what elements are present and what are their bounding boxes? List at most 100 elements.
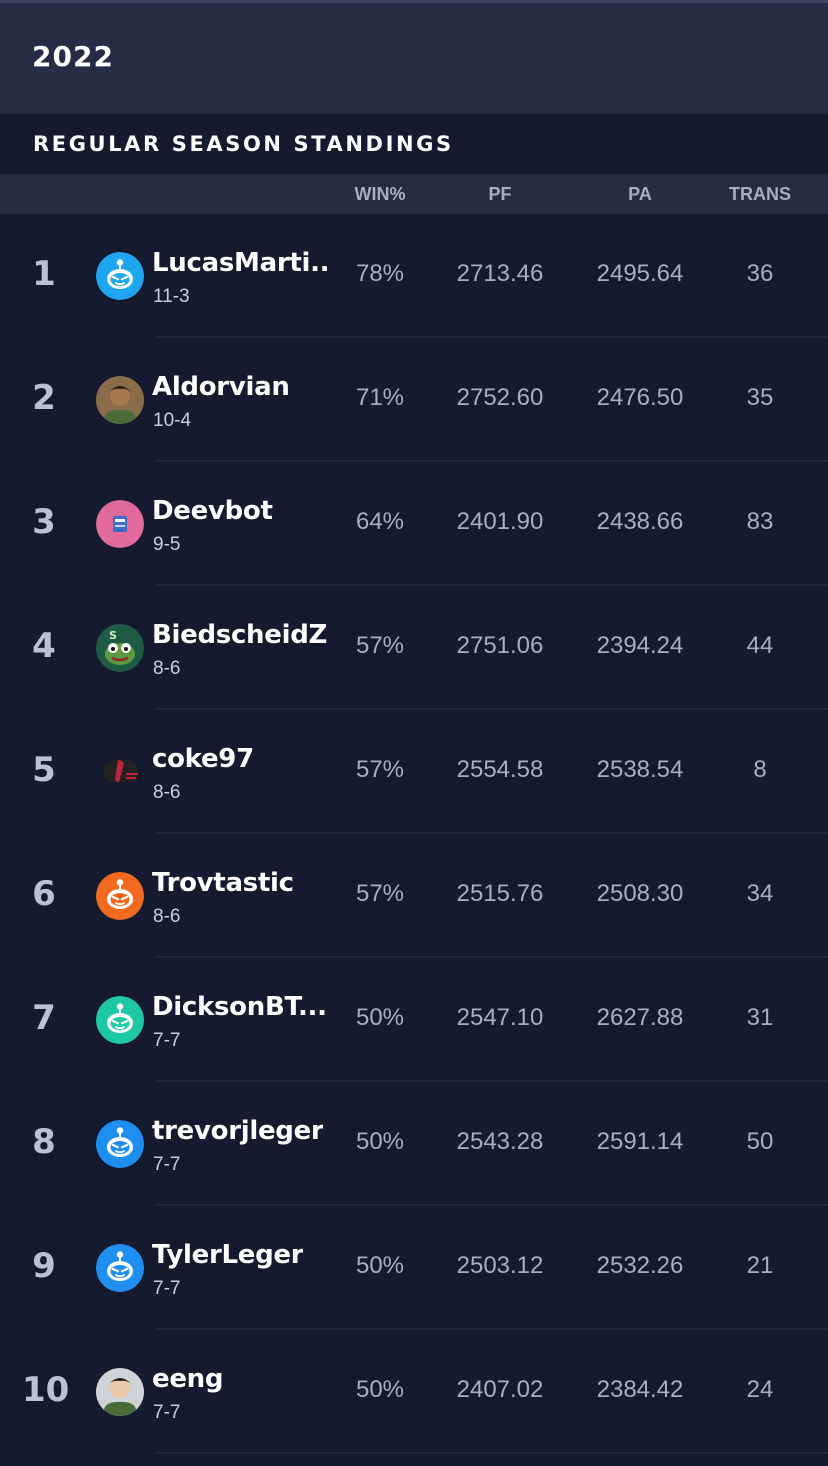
team-record: 7-7 bbox=[153, 1402, 181, 1423]
column-win-pct[interactable]: WIN% bbox=[355, 174, 406, 214]
pa-cell: 2627.88 bbox=[596, 1004, 684, 1031]
win-pct-cell: 50% bbox=[355, 1128, 405, 1155]
season-header: 2022 bbox=[0, 3, 828, 114]
team-name[interactable]: Deevbot bbox=[152, 496, 273, 526]
standings-row[interactable]: 9 TylerLeger 7-7 50% 2503.12 2532.26 21 bbox=[0, 1206, 828, 1330]
win-pct-cell: 57% bbox=[355, 632, 405, 659]
win-pct-cell: 71% bbox=[355, 384, 405, 411]
team-record: 8-6 bbox=[153, 906, 181, 927]
svg-text:S: S bbox=[109, 629, 117, 642]
rank-number: 4 bbox=[32, 626, 56, 666]
robot-blue-icon[interactable] bbox=[96, 1244, 144, 1292]
win-pct-cell: 50% bbox=[355, 1004, 405, 1031]
robot-blue-icon[interactable] bbox=[96, 1120, 144, 1168]
trans-cell: 36 bbox=[746, 260, 774, 287]
team-record: 11-3 bbox=[153, 286, 190, 307]
win-pct-cell: 50% bbox=[355, 1376, 405, 1403]
team-record: 7-7 bbox=[153, 1154, 181, 1175]
standings-row[interactable]: 8 trevorjleger 7-7 50% 2543.28 2591.14 50 bbox=[0, 1082, 828, 1206]
row-divider bbox=[155, 1452, 828, 1454]
win-pct-cell: 78% bbox=[355, 260, 405, 287]
pf-cell: 2401.90 bbox=[456, 508, 544, 535]
rank-number: 8 bbox=[32, 1122, 56, 1162]
win-pct-cell: 64% bbox=[355, 508, 405, 535]
standings-row[interactable]: 2 Aldorvian 10-4 71% 2752.60 2476.50 35 bbox=[0, 338, 828, 462]
pa-cell: 2532.26 bbox=[596, 1252, 684, 1279]
user-photo-avatar[interactable] bbox=[96, 1368, 144, 1416]
pf-cell: 2752.60 bbox=[456, 384, 544, 411]
pf-cell: 2751.06 bbox=[456, 632, 544, 659]
rank-number: 3 bbox=[32, 502, 56, 542]
pa-cell: 2508.30 bbox=[596, 880, 684, 907]
rank-number: 7 bbox=[32, 998, 56, 1038]
trans-cell: 83 bbox=[746, 508, 774, 535]
pf-cell: 2713.46 bbox=[456, 260, 544, 287]
standings-row[interactable]: 6 Trovtastic 8-6 57% 2515.76 2508.30 34 bbox=[0, 834, 828, 958]
trans-cell: 50 bbox=[746, 1128, 774, 1155]
team-name[interactable]: LucasMarti... bbox=[152, 248, 330, 278]
pf-cell: 2503.12 bbox=[456, 1252, 544, 1279]
rank-number: 2 bbox=[32, 378, 56, 418]
standings-row[interactable]: 7 DicksonBT... 7-7 50% 2547.10 2627.88 31 bbox=[0, 958, 828, 1082]
user-photo-avatar[interactable] bbox=[96, 376, 144, 424]
standings-row[interactable]: 3 Deevbot 9-5 64% 2401.90 2438.66 83 bbox=[0, 462, 828, 586]
frog-avatar[interactable]: S bbox=[96, 624, 144, 672]
pa-cell: 2476.50 bbox=[596, 384, 684, 411]
column-pf[interactable]: PF bbox=[488, 174, 511, 214]
column-pa[interactable]: PA bbox=[628, 174, 652, 214]
robot-blue-icon[interactable] bbox=[96, 252, 144, 300]
trans-cell: 31 bbox=[746, 1004, 774, 1031]
team-record: 7-7 bbox=[153, 1030, 181, 1051]
team-name[interactable]: Aldorvian bbox=[152, 372, 290, 402]
team-name[interactable]: trevorjleger bbox=[152, 1116, 323, 1146]
team-name[interactable]: coke97 bbox=[152, 744, 254, 774]
trans-cell: 21 bbox=[746, 1252, 774, 1279]
robot-teal-icon[interactable] bbox=[96, 996, 144, 1044]
pa-cell: 2438.66 bbox=[596, 508, 684, 535]
team-name[interactable]: TylerLeger bbox=[152, 1240, 303, 1270]
trans-cell: 24 bbox=[746, 1376, 774, 1403]
team-record: 9-5 bbox=[153, 534, 181, 555]
team-name[interactable]: Trovtastic bbox=[152, 868, 294, 898]
win-pct-cell: 57% bbox=[355, 756, 405, 783]
pf-cell: 2515.76 bbox=[456, 880, 544, 907]
win-pct-cell: 50% bbox=[355, 1252, 405, 1279]
win-pct-cell: 57% bbox=[355, 880, 405, 907]
standings-row[interactable]: 1 LucasMarti... 11-3 78% 2713.46 2495.64 36 bbox=[0, 214, 828, 338]
trans-cell: 34 bbox=[746, 880, 774, 907]
trans-cell: 8 bbox=[753, 756, 767, 783]
standings-row[interactable]: 4 S BiedscheidZ 8-6 57% 2751.06 2394.24 44 bbox=[0, 586, 828, 710]
standings-row[interactable]: 10 eeng 7-7 50% 2407.02 2384.42 24 bbox=[0, 1330, 828, 1454]
team-record: 8-6 bbox=[153, 782, 181, 803]
section-header: REGULAR SEASON STANDINGS bbox=[0, 114, 828, 174]
robot-orange-icon[interactable] bbox=[96, 872, 144, 920]
pf-cell: 2554.58 bbox=[456, 756, 544, 783]
pf-cell: 2547.10 bbox=[456, 1004, 544, 1031]
rank-number: 6 bbox=[32, 874, 56, 914]
team-record: 10-4 bbox=[153, 410, 192, 431]
pf-cell: 2543.28 bbox=[456, 1128, 544, 1155]
pa-cell: 2384.42 bbox=[596, 1376, 684, 1403]
team-name[interactable]: eeng bbox=[152, 1364, 223, 1394]
pa-cell: 2495.64 bbox=[596, 260, 684, 287]
trans-cell: 44 bbox=[746, 632, 774, 659]
helmet-avatar[interactable] bbox=[96, 748, 144, 796]
team-record: 7-7 bbox=[153, 1278, 181, 1299]
team-name[interactable]: BiedscheidZ bbox=[152, 620, 327, 650]
team-name[interactable]: DicksonBT... bbox=[152, 992, 327, 1022]
standings-row[interactable]: 5 coke97 8-6 57% 2554.58 2538.54 8 bbox=[0, 710, 828, 834]
rank-number: 10 bbox=[22, 1370, 70, 1410]
pa-cell: 2591.14 bbox=[596, 1128, 684, 1155]
standings-table: 1 LucasMarti... 11-3 78% 2713.46 2495.64 36 2 Al… bbox=[0, 214, 828, 1454]
pa-cell: 2538.54 bbox=[596, 756, 684, 783]
pa-cell: 2394.24 bbox=[596, 632, 684, 659]
rank-number: 1 bbox=[32, 254, 56, 294]
section-title: REGULAR SEASON STANDINGS bbox=[33, 132, 454, 156]
season-year[interactable]: 2022 bbox=[32, 40, 114, 73]
table-header: WIN% PF PA TRANS bbox=[0, 174, 828, 214]
trans-cell: 35 bbox=[746, 384, 774, 411]
column-trans[interactable]: TRANS bbox=[729, 174, 791, 214]
rank-number: 5 bbox=[32, 750, 56, 790]
logo-pink-avatar[interactable] bbox=[96, 500, 144, 548]
pf-cell: 2407.02 bbox=[456, 1376, 544, 1403]
